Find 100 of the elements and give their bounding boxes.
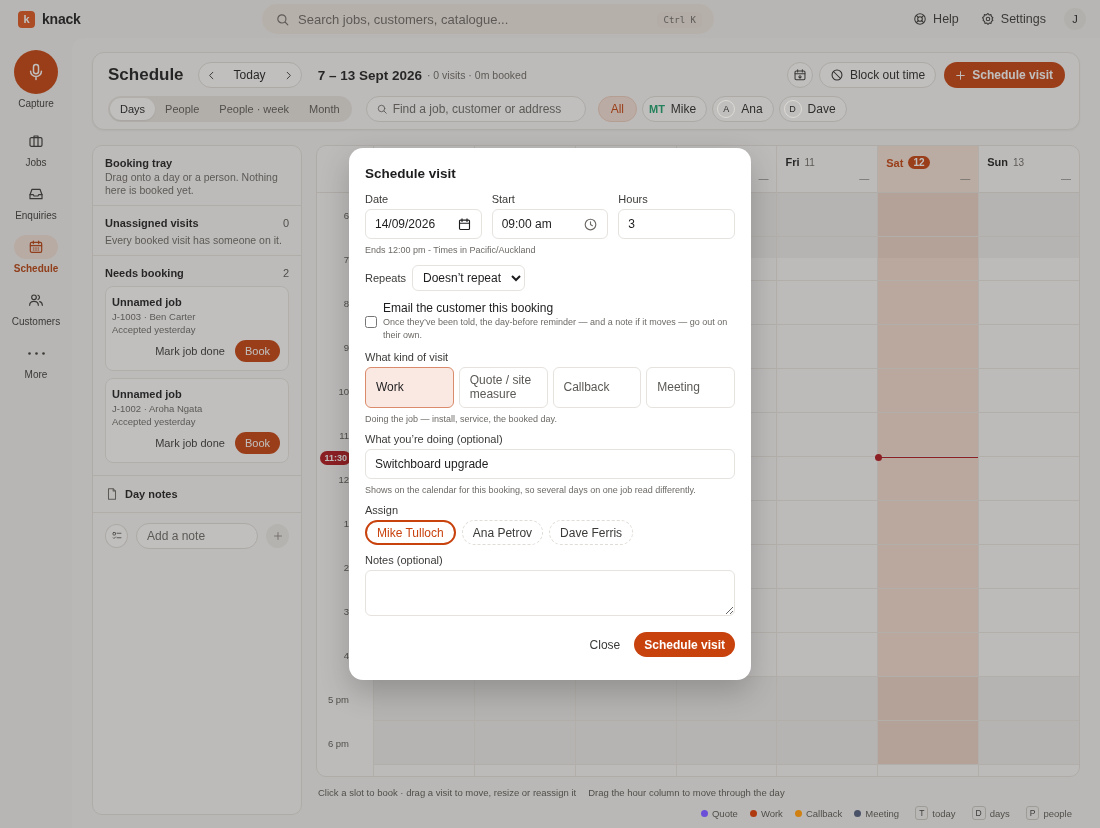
start-field[interactable]: 09:00 am — [491, 209, 609, 239]
user-avatar[interactable]: J — [1064, 8, 1086, 30]
help-link[interactable]: Help — [913, 8, 959, 30]
day-total: — — [960, 173, 971, 184]
visit-kind-option[interactable]: Work — [365, 367, 454, 409]
view-tab[interactable]: Month — [299, 98, 350, 120]
view-tab[interactable]: Days — [110, 98, 156, 120]
hour-label: 8 — [343, 297, 349, 309]
repeat-select[interactable]: Doesn’t repeat — [412, 265, 525, 291]
field-hint: Ends 12:00 pm - Times in Pacific/Auckland — [365, 245, 537, 255]
nav-item[interactable]: Enquiries — [4, 182, 68, 221]
visit-kind-option[interactable]: Quote / site measure — [458, 367, 548, 409]
visit-kind-option[interactable]: Callback — [552, 367, 642, 409]
mark-done-button[interactable]: Mark job done — [155, 345, 225, 358]
assignee-chip[interactable]: Mike Tulloch — [365, 520, 456, 546]
visit-kind-option[interactable]: Meeting — [646, 367, 735, 409]
nav-item[interactable]: Schedule — [4, 235, 68, 274]
field-label: Start — [491, 193, 516, 205]
today-date-badge: 12 — [908, 156, 930, 169]
field-label: Hours — [618, 193, 649, 205]
count: 0 — [282, 217, 289, 230]
day-header[interactable]: Fri 11 — — [777, 146, 878, 193]
calendar-icon — [792, 68, 807, 82]
view-tab[interactable]: People — [155, 98, 210, 120]
page-title: Schedule — [108, 65, 184, 85]
person-filter[interactable]: D Dave — [778, 96, 847, 122]
time-slot[interactable] — [878, 457, 979, 501]
close-button[interactable]: Close — [589, 637, 621, 652]
search-icon — [375, 103, 388, 115]
help-icon — [913, 12, 928, 26]
note-field[interactable]: Add a note — [136, 523, 258, 550]
submit-button[interactable]: Schedule visit — [634, 632, 735, 658]
settings-link[interactable]: Settings — [980, 8, 1046, 30]
go-to-date-button[interactable] — [786, 62, 813, 88]
hour-label: 3 — [343, 605, 349, 617]
view-tab[interactable]: People · week — [209, 98, 300, 120]
person-initials: MT — [647, 102, 665, 117]
plus-icon — [271, 530, 284, 543]
job-reference: J-1002 · Aroha Ngata — [112, 403, 204, 415]
inbox-icon — [28, 186, 44, 202]
job-title: Unnamed job — [112, 388, 183, 401]
date-field[interactable]: 14/09/2026 — [365, 209, 482, 239]
job-status: Accepted yesterday — [112, 416, 197, 428]
help-text: Click a slot to book · drag a visit to move, resize or reassign it — [318, 787, 577, 798]
book-button[interactable]: Book — [234, 432, 280, 455]
block-icon — [829, 68, 844, 82]
schedule-visit-button[interactable]: Schedule visit — [944, 62, 1065, 88]
notes-field[interactable] — [365, 570, 735, 617]
shortcut-hint: Ctrl K — [657, 12, 702, 28]
clock-icon — [583, 216, 599, 232]
day-number: 13 — [1012, 156, 1025, 168]
book-button[interactable]: Book — [234, 340, 280, 363]
shortcut-label: days — [989, 807, 1010, 819]
week-summary: · 0 visits · 0m booked — [426, 69, 527, 81]
job-card[interactable]: Unnamed job J-1003 · Ben Carter Accepted yesterday Mark job done Book — [105, 286, 289, 372]
document-icon — [105, 487, 119, 502]
job-reference: J-1003 · Ben Carter — [112, 311, 197, 323]
field-label: What you’re doing (optional) — [365, 433, 504, 446]
more-icon — [27, 351, 45, 355]
description-field[interactable]: Switchboard upgrade — [365, 449, 735, 480]
calendar-icon — [28, 239, 44, 255]
hours-field[interactable]: 3 — [618, 209, 735, 239]
shortcut-label: today — [932, 807, 956, 819]
legend-label: Meeting — [865, 807, 900, 819]
day-total: — — [1061, 173, 1071, 184]
add-note-button[interactable] — [266, 524, 289, 549]
day-header[interactable]: Sat 12 — — [878, 146, 979, 193]
field-label: Notes (optional) — [365, 554, 444, 567]
person-filter[interactable]: MT Mike — [641, 96, 708, 122]
nav-item[interactable]: More — [4, 341, 68, 380]
hour-label: 10 — [338, 385, 349, 397]
legend-label: Callback — [805, 807, 843, 819]
field-hint: Doing the job — install, service, the booked day. — [365, 414, 558, 425]
field-hint: Shows on the calendar for this booking, so several days on one job read differently. — [365, 485, 697, 496]
briefcase-icon — [28, 133, 44, 149]
job-card[interactable]: Unnamed job J-1002 · Aroha Ngata Accepted yesterday Mark job done Book — [105, 378, 289, 464]
mark-done-button[interactable]: Mark job done — [155, 437, 225, 450]
people-icon — [28, 292, 44, 308]
find-field[interactable]: Find a job, customer or address — [365, 96, 586, 122]
section-hint: Drag onto a day or a person. Nothing here is booked yet. — [105, 171, 279, 198]
checklist-button[interactable] — [105, 524, 128, 549]
nav-item[interactable]: Jobs — [4, 129, 68, 168]
hour-label: 9 — [343, 341, 349, 353]
key-cap: D — [971, 806, 986, 820]
section-title: Needs booking — [105, 267, 184, 280]
person-filter[interactable]: A Ana — [712, 96, 774, 122]
email-checkbox[interactable] — [365, 315, 377, 328]
legend-label: Work — [760, 807, 783, 819]
hour-label: 7 — [343, 253, 349, 265]
block-out-button[interactable]: Block out time — [818, 62, 937, 88]
plus-icon — [954, 68, 968, 82]
nav-item[interactable]: Customers — [4, 288, 68, 327]
section-title: Unassigned visits — [105, 217, 199, 230]
hour-label: 11 — [339, 429, 349, 441]
job-title: Unnamed job — [112, 296, 183, 309]
today-button[interactable]: Today — [229, 68, 270, 82]
day-header[interactable]: Sun 13 — — [979, 146, 1079, 193]
settings-icon — [980, 12, 995, 26]
shortcut-label: people — [1043, 807, 1072, 819]
day-number: 11 — [804, 156, 815, 168]
